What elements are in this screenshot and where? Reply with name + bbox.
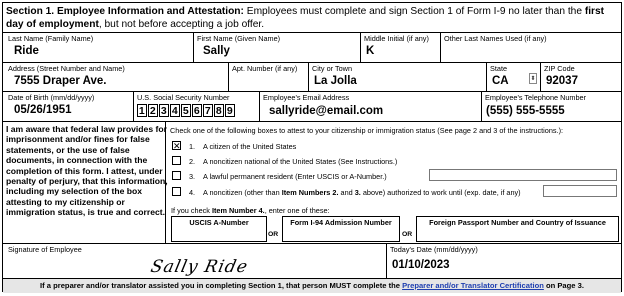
- email-field[interactable]: sallyride@email.com: [269, 105, 383, 117]
- section-title: Section 1. Employee Information and Atte…: [6, 6, 244, 17]
- header-text-b: , but not before accepting a job offer.: [98, 19, 265, 30]
- option-number: 2.: [189, 157, 196, 166]
- option-citizen-label: A citizen of the United States: [203, 142, 297, 151]
- option-number: 1.: [189, 142, 196, 151]
- work-exp-date-input[interactable]: [543, 185, 617, 197]
- zip-code-label: ZIP Code: [544, 64, 575, 73]
- divider: [3, 32, 621, 33]
- ssn-digit-box: 9: [225, 104, 235, 117]
- preparer-certification-link[interactable]: Preparer and/or Translator Certification: [402, 281, 544, 290]
- uscis-a-number-label: USCIS A-Number: [189, 218, 249, 227]
- middle-initial-field[interactable]: K: [366, 45, 374, 57]
- noncitizen-national-checkbox[interactable]: [172, 156, 181, 165]
- i94-admission-number-box[interactable]: Form I-94 Admission Number: [282, 216, 400, 242]
- middle-initial-label: Middle Initial (if any): [364, 34, 429, 43]
- ssn-digit-box: 8: [214, 104, 224, 117]
- i94-admission-number-label: Form I-94 Admission Number: [290, 218, 392, 227]
- ssn-digit-box: 4: [170, 104, 180, 117]
- divider: [440, 32, 441, 62]
- option-text-bold: Item Numbers 2.: [281, 188, 339, 197]
- chevron-updown-icon[interactable]: ⬍: [529, 73, 537, 84]
- i9-section1-form: Section 1. Employee Information and Atte…: [2, 2, 622, 293]
- first-name-field[interactable]: Sally: [203, 45, 230, 57]
- divider: [3, 121, 621, 122]
- divider: [386, 243, 387, 278]
- divider: [481, 91, 482, 121]
- employee-signature[interactable]: Sally Ride: [149, 257, 250, 277]
- signature-label: Signature of Employee: [8, 245, 82, 254]
- ssn-digit-box: 6: [192, 104, 202, 117]
- option-text: above) authorized to work until (exp. da…: [360, 188, 521, 197]
- option-text: A noncitizen (other than: [203, 188, 282, 197]
- or-label: OR: [402, 231, 413, 238]
- foreign-passport-box[interactable]: Foreign Passport Number and Country of I…: [416, 216, 619, 242]
- other-last-names-label: Other Last Names Used (if any): [444, 34, 547, 43]
- item4-text: If you check: [171, 206, 212, 215]
- ssn-digit-box: 2: [148, 104, 158, 117]
- phone-field[interactable]: (555) 555-5555: [486, 105, 565, 117]
- divider: [259, 91, 260, 121]
- item4-bold: Item Number 4.: [211, 206, 265, 215]
- divider: [165, 121, 166, 243]
- state-select[interactable]: CA: [492, 75, 509, 87]
- dob-label: Date of Birth (mm/dd/yyyy): [8, 93, 95, 102]
- option-number: 3.: [189, 172, 196, 181]
- first-name-label: First Name (Given Name): [197, 34, 281, 43]
- divider: [3, 62, 621, 63]
- address-label: Address (Street Number and Name): [8, 64, 125, 73]
- status-instruction: Check one of the following boxes to atte…: [170, 126, 564, 135]
- option-text: and: [338, 188, 355, 197]
- divider: [133, 91, 134, 121]
- last-name-label: Last Name (Family Name): [8, 34, 94, 43]
- email-label: Employee's Email Address: [263, 93, 350, 102]
- divider: [193, 32, 194, 62]
- noncitizen-authorized-checkbox[interactable]: [172, 187, 181, 196]
- attestation-text: I am aware that federal law provides for…: [6, 124, 168, 218]
- permanent-resident-checkbox[interactable]: [172, 171, 181, 180]
- zip-code-field[interactable]: 92037: [546, 75, 578, 87]
- divider: [360, 32, 361, 62]
- option-permanent-resident-label: A lawful permanent resident (Enter USCIS…: [203, 172, 387, 181]
- dob-field[interactable]: 05/26/1951: [14, 104, 72, 116]
- divider: [3, 243, 621, 244]
- last-name-field[interactable]: Ride: [14, 45, 39, 57]
- option-number: 4.: [189, 188, 196, 197]
- option-noncitizen-authorized-label: A noncitizen (other than Item Numbers 2.…: [203, 188, 521, 197]
- item4-text: , enter one of these:: [264, 206, 330, 215]
- footer-text: on Page 3.: [543, 281, 584, 290]
- ssn-digit-box: 5: [181, 104, 191, 117]
- ssn-digit-box: 7: [203, 104, 213, 117]
- divider: [228, 62, 229, 91]
- divider: [540, 62, 541, 91]
- divider: [308, 62, 309, 91]
- apt-number-label: Apt. Number (if any): [232, 64, 298, 73]
- header-text-a: Employees must complete and sign Section…: [243, 6, 585, 17]
- or-label: OR: [268, 231, 279, 238]
- ssn-label: U.S. Social Security Number: [137, 93, 230, 102]
- foreign-passport-label: Foreign Passport Number and Country of I…: [429, 218, 606, 227]
- today-date-field[interactable]: 01/10/2023: [392, 259, 450, 271]
- ssn-digit-box: 3: [159, 104, 169, 117]
- phone-label: Employee's Telephone Number: [485, 93, 587, 102]
- divider: [3, 91, 621, 92]
- option-noncitizen-national-label: A noncitizen national of the United Stat…: [203, 157, 398, 166]
- ssn-digit-box: 1: [137, 104, 147, 117]
- address-field[interactable]: 7555 Draper Ave.: [14, 75, 106, 87]
- city-field[interactable]: La Jolla: [314, 75, 357, 87]
- citizen-checkbox[interactable]: ✕: [172, 141, 181, 151]
- preparer-notice: If a preparer and/or translator assisted…: [3, 278, 621, 293]
- today-date-label: Today's Date (mm/dd/yyyy): [390, 245, 478, 254]
- state-label: State: [490, 64, 508, 73]
- divider: [486, 62, 487, 91]
- item4-instruction: If you check Item Number 4., enter one o…: [171, 206, 330, 215]
- uscis-a-number-box[interactable]: USCIS A-Number: [171, 216, 267, 242]
- section-header: Section 1. Employee Information and Atte…: [6, 5, 618, 31]
- footer-text: If a preparer and/or translator assisted…: [40, 281, 403, 290]
- city-label: City or Town: [312, 64, 353, 73]
- a-number-input[interactable]: [429, 169, 617, 181]
